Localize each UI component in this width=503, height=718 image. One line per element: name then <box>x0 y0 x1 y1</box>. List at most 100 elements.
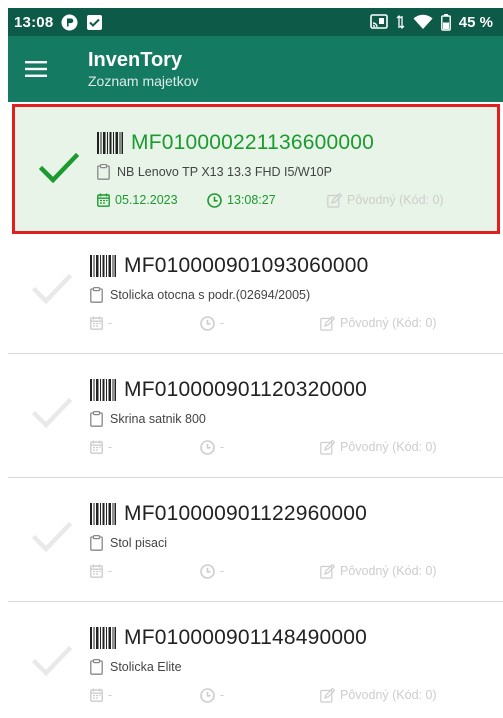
asset-list-item[interactable]: MF010000901120320000 Skrina satnik 800 -… <box>8 354 503 478</box>
asset-name: NB Lenovo TP X13 13.3 FHD I5/W10P <box>117 165 332 179</box>
scan-time: 13:08:27 <box>207 192 327 208</box>
app-notification-icon <box>61 14 78 31</box>
asset-code: MF010000901122960000 <box>124 502 367 525</box>
calendar-icon <box>90 316 103 330</box>
asset-name: Stol pisaci <box>110 536 167 550</box>
app-title: InvenTory <box>88 49 183 71</box>
scan-time: - <box>200 315 320 331</box>
asset-meta-row: - - Pôvodný (Kód: 0) <box>90 438 499 456</box>
asset-item-content: MF010000901148490000 Stolicka Elite - - <box>90 602 499 704</box>
asset-item-content: MF010000901122960000 Stol pisaci - - Pôv… <box>90 478 499 580</box>
edit-note-icon <box>320 687 335 703</box>
asset-item-content: MF010000901093060000 Stolicka otocna s p… <box>90 230 499 332</box>
battery-percent: 45 % <box>458 13 493 31</box>
check-icon <box>32 645 72 677</box>
asset-code-row: MF010000901148490000 <box>90 626 499 650</box>
clipboard-icon <box>90 535 103 551</box>
asset-item-content: MF010000221136600000 NB Lenovo TP X13 13… <box>97 107 493 209</box>
clipboard-icon <box>97 164 110 180</box>
scan-time: - <box>200 563 320 579</box>
scan-time-value: - <box>220 316 225 330</box>
asset-name-row: Stolicka otocna s podr.(02694/2005) <box>90 286 499 304</box>
barcode-icon <box>97 132 123 154</box>
checkbox-notification-icon <box>86 14 103 31</box>
asset-code: MF010000221136600000 <box>131 131 374 154</box>
asset-meta-row: 05.12.2023 13:08:27 Pôvodný (Kód: 0) <box>97 191 493 209</box>
asset-code: MF010000901148490000 <box>124 626 367 649</box>
status-bar-right: 45 % <box>369 13 493 31</box>
asset-list-item[interactable]: MF010000221136600000 NB Lenovo TP X13 13… <box>12 104 500 234</box>
edit-note-icon <box>320 439 335 455</box>
clock-icon <box>200 687 215 703</box>
asset-list-item[interactable]: MF010000901148490000 Stolicka Elite - - <box>8 602 503 718</box>
scan-time-value: 13:08:27 <box>227 193 276 207</box>
scan-date-value: - <box>108 440 113 454</box>
edit-note-icon <box>320 563 335 579</box>
wifi-icon <box>413 14 433 30</box>
asset-status: Pôvodný (Kód: 0) <box>320 687 460 703</box>
calendar-icon <box>90 564 103 578</box>
clock-icon <box>200 439 215 455</box>
menu-button[interactable] <box>8 36 64 102</box>
cast-icon <box>369 14 388 30</box>
check-icon <box>39 152 79 184</box>
asset-meta-row: - - Pôvodný (Kód: 0) <box>90 314 499 332</box>
edit-note-icon <box>320 315 335 331</box>
check-icon <box>32 397 72 429</box>
calendar-icon <box>90 688 103 702</box>
app-screen: 13:08 45 % InvenTory Zoznam majetkov MF0… <box>0 0 503 718</box>
asset-status-value: Pôvodný (Kód: 0) <box>347 193 444 207</box>
asset-code-row: MF010000221136600000 <box>97 131 493 155</box>
scan-date-value: - <box>108 564 113 578</box>
barcode-icon <box>90 503 116 525</box>
scan-time-value: - <box>220 440 225 454</box>
asset-meta-row: - - Pôvodný (Kód: 0) <box>90 686 499 704</box>
scan-time: - <box>200 439 320 455</box>
asset-name: Skrina satnik 800 <box>110 412 206 426</box>
asset-name-row: Stolicka Elite <box>90 658 499 676</box>
asset-status-value: Pôvodný (Kód: 0) <box>340 440 437 454</box>
clock-icon <box>200 315 215 331</box>
asset-status: Pôvodný (Kód: 0) <box>320 315 460 331</box>
app-bar-titles: InvenTory Zoznam majetkov <box>88 48 198 90</box>
asset-list-item[interactable]: MF010000901093060000 Stolicka otocna s p… <box>8 230 503 354</box>
scan-time-value: - <box>220 564 225 578</box>
asset-name: Stolicka Elite <box>110 660 182 674</box>
asset-status-value: Pôvodný (Kód: 0) <box>340 564 437 578</box>
calendar-icon <box>97 193 110 207</box>
asset-status: Pôvodný (Kód: 0) <box>320 563 460 579</box>
app-bar: InvenTory Zoznam majetkov <box>8 36 503 102</box>
scan-date-value: - <box>108 316 113 330</box>
clock-icon <box>207 192 222 208</box>
scan-date: 05.12.2023 <box>97 193 207 207</box>
asset-list[interactable]: MF010000221136600000 NB Lenovo TP X13 13… <box>8 102 503 718</box>
battery-icon <box>440 13 451 31</box>
asset-status-value: Pôvodný (Kód: 0) <box>340 688 437 702</box>
asset-name-row: Stol pisaci <box>90 534 499 552</box>
asset-name-row: Skrina satnik 800 <box>90 410 499 428</box>
scan-date: - <box>90 564 200 578</box>
barcode-icon <box>90 379 116 401</box>
check-icon <box>32 521 72 553</box>
scan-date-value: 05.12.2023 <box>115 193 178 207</box>
asset-status: Pôvodný (Kód: 0) <box>327 192 467 208</box>
asset-code-row: MF010000901093060000 <box>90 254 499 278</box>
hamburger-menu-icon <box>25 61 47 77</box>
status-time: 13:08 <box>14 13 54 31</box>
scan-date: - <box>90 688 200 702</box>
clipboard-icon <box>90 659 103 675</box>
asset-code: MF010000901093060000 <box>124 254 369 277</box>
asset-name: Stolicka otocna s podr.(02694/2005) <box>110 288 311 302</box>
clipboard-icon <box>90 287 103 303</box>
clipboard-icon <box>90 411 103 427</box>
asset-code-row: MF010000901120320000 <box>90 378 499 402</box>
barcode-icon <box>90 627 116 649</box>
scan-time: - <box>200 687 320 703</box>
app-subtitle: Zoznam majetkov <box>88 73 199 89</box>
asset-list-item[interactable]: MF010000901122960000 Stol pisaci - - Pôv… <box>8 478 503 602</box>
asset-name-row: NB Lenovo TP X13 13.3 FHD I5/W10P <box>97 163 493 181</box>
asset-meta-row: - - Pôvodný (Kód: 0) <box>90 562 499 580</box>
asset-item-content: MF010000901120320000 Skrina satnik 800 -… <box>90 354 499 456</box>
status-bar-left: 13:08 <box>14 14 103 31</box>
asset-status: Pôvodný (Kód: 0) <box>320 439 460 455</box>
